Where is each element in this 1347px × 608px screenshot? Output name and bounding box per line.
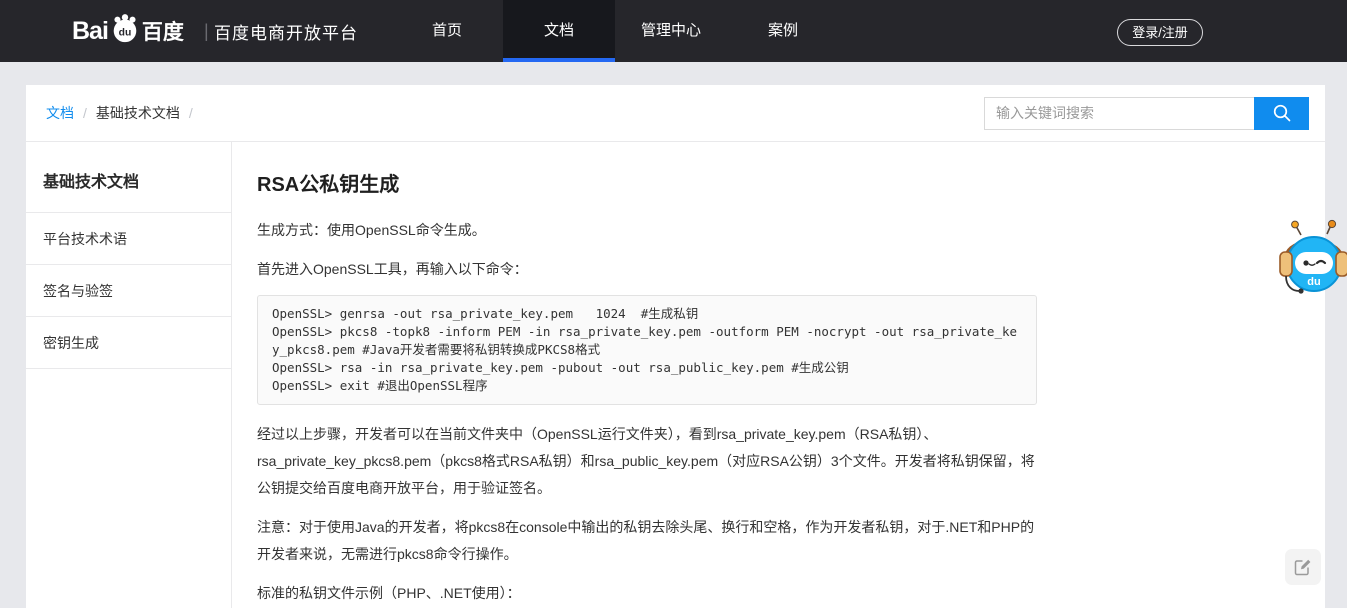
sidebar-item-signing[interactable]: 签名与验签 — [26, 265, 231, 317]
code-block-openssl-commands: OpenSSL> genrsa -out rsa_private_key.pem… — [257, 295, 1037, 405]
breadcrumb-separator: / — [83, 105, 87, 121]
top-navbar: Bai du 百度 | 百度电商开放平台 首页 文档 管理中心 案例 登录/注册 — [0, 0, 1347, 62]
breadcrumb-current[interactable]: 基础技术文档 — [96, 103, 180, 123]
feedback-edit-button[interactable] — [1285, 549, 1321, 585]
main-nav: 首页 文档 管理中心 案例 — [391, 0, 839, 62]
nav-item-home[interactable]: 首页 — [391, 0, 503, 62]
sidebar-item-terms[interactable]: 平台技术术语 — [26, 213, 231, 265]
robot-mascot-icon: du — [1279, 219, 1347, 303]
page-title: RSA公私钥生成 — [257, 168, 1037, 197]
brand-title: 百度电商开放平台 — [214, 19, 358, 44]
du-robot-assistant[interactable]: du — [1279, 219, 1347, 303]
search-box — [984, 97, 1309, 130]
logo-text-bai: Bai — [72, 17, 108, 46]
search-input[interactable] — [984, 97, 1254, 130]
para-openssl-intro: 首先进入OpenSSL工具，再输入以下命令： — [257, 256, 1037, 283]
para-generation-method: 生成方式：使用OpenSSL命令生成。 — [257, 217, 1037, 244]
svg-text:du: du — [1307, 276, 1320, 288]
sidebar-title: 基础技术文档 — [26, 142, 231, 213]
para-java-note: 注意：对于使用Java的开发者，将pkcs8在console中输出的私钥去除头尾… — [257, 514, 1037, 568]
svg-text:du: du — [119, 28, 132, 39]
nav-item-cases[interactable]: 案例 — [727, 0, 839, 62]
breadcrumb-link-docs[interactable]: 文档 — [46, 103, 74, 123]
search-icon — [1272, 103, 1292, 123]
nav-item-docs[interactable]: 文档 — [503, 0, 615, 62]
code-line: OpenSSL> rsa -in rsa_private_key.pem -pu… — [272, 359, 1022, 377]
page-container: 文档 / 基础技术文档 / 基础技术文档 平台技术术语 签名与验签 密钥生成 R… — [26, 85, 1325, 608]
login-register-button[interactable]: 登录/注册 — [1117, 19, 1203, 46]
breadcrumb-trailing-separator: / — [189, 105, 193, 121]
baidu-logo[interactable]: Bai du 百度 — [72, 0, 184, 62]
para-key-example-label: 标准的私钥文件示例（PHP、.NET使用）： — [257, 580, 1037, 607]
doc-main: RSA公私钥生成 生成方式：使用OpenSSL命令生成。 首先进入OpenSSL… — [232, 142, 1037, 608]
docs-sidebar: 基础技术文档 平台技术术语 签名与验签 密钥生成 — [26, 142, 232, 608]
code-line: OpenSSL> exit #退出OpenSSL程序 — [272, 377, 1022, 395]
code-line: OpenSSL> pkcs8 -topk8 -inform PEM -in rs… — [272, 323, 1022, 359]
edit-pencil-icon — [1294, 558, 1312, 576]
breadcrumb-row: 文档 / 基础技术文档 / — [26, 85, 1325, 142]
code-line: OpenSSL> genrsa -out rsa_private_key.pem… — [272, 305, 1022, 323]
para-steps-result: 经过以上步骤，开发者可以在当前文件夹中（OpenSSL运行文件夹），看到rsa_… — [257, 421, 1037, 502]
baidu-paw-icon: du — [109, 13, 141, 45]
search-button[interactable] — [1254, 97, 1309, 130]
nav-item-console[interactable]: 管理中心 — [615, 0, 727, 62]
logo-text-cn: 百度 — [142, 16, 184, 46]
content-row: 基础技术文档 平台技术术语 签名与验签 密钥生成 RSA公私钥生成 生成方式：使… — [26, 142, 1325, 608]
breadcrumb: 文档 / 基础技术文档 / — [46, 103, 193, 123]
sidebar-item-keygen[interactable]: 密钥生成 — [26, 317, 231, 369]
brand-divider: | — [204, 21, 209, 42]
